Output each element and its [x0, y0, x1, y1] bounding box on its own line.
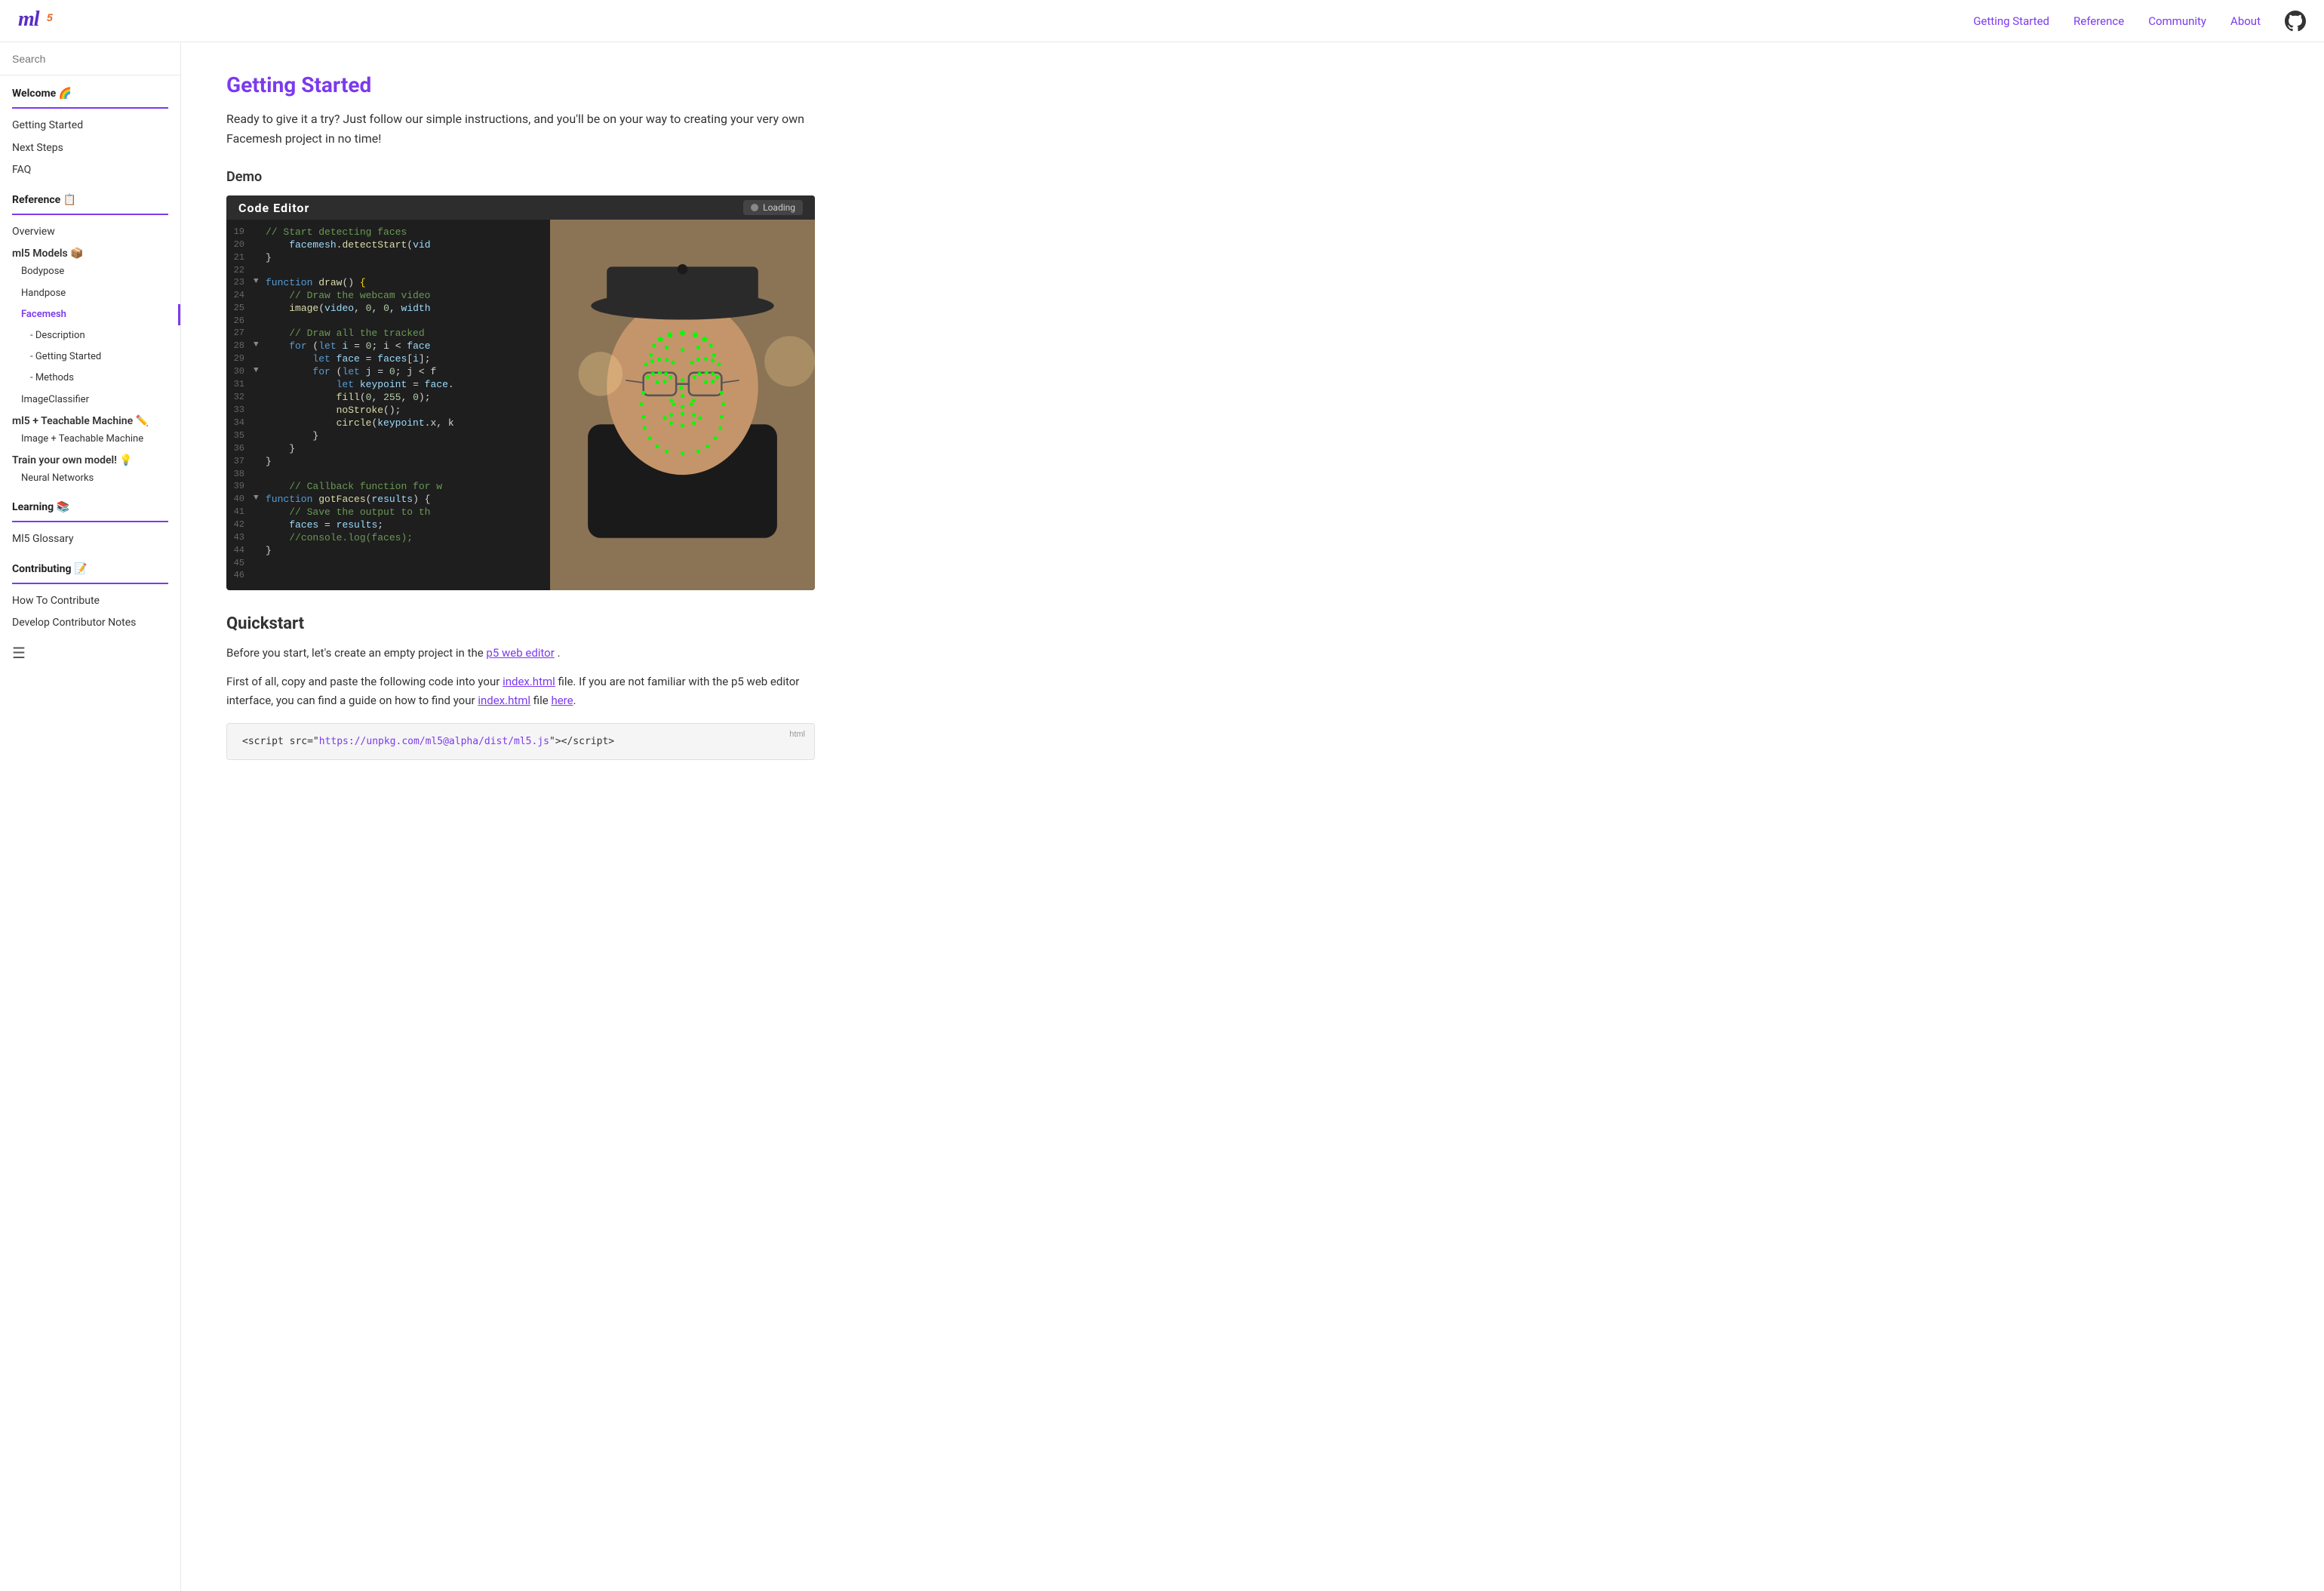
search-input[interactable]	[12, 53, 168, 65]
nav-getting-started[interactable]: Getting Started	[1973, 14, 2049, 28]
code-line-27: 27 // Draw all the tracked	[226, 327, 550, 340]
code-line-21: 21 }	[226, 251, 550, 264]
code-line-39: 39 // Callback function for w	[226, 480, 550, 493]
code-line-20: 20 facemesh.detectStart(vid	[226, 238, 550, 251]
code-line-30: 30▼ for (let j = 0; j < f	[226, 365, 550, 378]
sidebar-item-image-teachable-machine[interactable]: Image + Teachable Machine	[0, 429, 180, 450]
section-divider-contributing	[12, 583, 168, 584]
code-editor-title: Code Editor	[238, 201, 309, 215]
code-line-24: 24 // Draw the webcam video	[226, 289, 550, 302]
code-line-40: 40▼function gotFaces(results) {	[226, 493, 550, 506]
code-line-33: 33 noStroke();	[226, 404, 550, 417]
code-line-34: 34 circle(keypoint.x, k	[226, 417, 550, 429]
p5-web-editor-link[interactable]: p5 web editor	[486, 646, 554, 660]
code-line-19: 19 // Start detecting faces	[226, 226, 550, 238]
index-html-link-1[interactable]: index.html	[503, 675, 555, 688]
code-panel: 19 // Start detecting faces 20 facemesh.…	[226, 195, 550, 590]
group-title-teachable-machine: ml5 + Teachable Machine ✏️	[0, 411, 180, 429]
code-line-23: 23▼function draw() {	[226, 276, 550, 289]
top-navigation: ml 5 Getting Started Reference Community…	[0, 0, 2324, 42]
nav-links: Getting Started Reference Community Abou…	[1973, 11, 2306, 32]
code-line-45: 45	[226, 557, 550, 569]
logo[interactable]: ml 5	[18, 6, 63, 35]
code-line-28: 28▼ for (let i = 0; i < face	[226, 340, 550, 352]
sidebar-section-reference: Reference 📋	[0, 182, 180, 214]
code-line-42: 42 faces = results;	[226, 519, 550, 531]
section-divider-learning	[12, 521, 168, 522]
sidebar-item-methods[interactable]: - Methods	[0, 368, 180, 389]
section-title-welcome: Welcome 🌈	[12, 88, 168, 100]
sidebar-item-faq[interactable]: FAQ	[0, 159, 180, 182]
sidebar-item-contributor-notes[interactable]: Develop Contributor Notes	[0, 612, 180, 635]
code-line-25: 25 image(video, 0, 0, width	[226, 302, 550, 315]
code-line-44: 44 }	[226, 544, 550, 557]
loading-badge: Loading	[743, 200, 803, 215]
sidebar-item-imageclassifier[interactable]: ImageClassifier	[0, 389, 180, 411]
quickstart-title: Quickstart	[226, 614, 815, 633]
sidebar-item-neural-networks[interactable]: Neural Networks	[0, 468, 180, 489]
code-block-content: <script src="https://unpkg.com/ml5@alpha…	[242, 736, 614, 747]
loading-dot-icon	[751, 204, 758, 211]
sidebar-item-handpose[interactable]: Handpose	[0, 283, 180, 304]
here-link[interactable]: here	[551, 694, 573, 707]
code-line-46: 46	[226, 569, 550, 581]
section-divider-reference	[12, 214, 168, 215]
main-content: Getting Started Ready to give it a try? …	[181, 42, 860, 1591]
intro-text: Ready to give it a try? Just follow our …	[226, 109, 815, 148]
camera-panel	[550, 195, 815, 590]
svg-text:ml: ml	[18, 8, 40, 31]
code-line-29: 29 let face = faces[i];	[226, 352, 550, 365]
code-line-26: 26	[226, 315, 550, 327]
nav-about[interactable]: About	[2230, 14, 2261, 28]
sidebar-item-bodypose[interactable]: Bodypose	[0, 261, 180, 282]
nav-community[interactable]: Community	[2148, 14, 2206, 28]
demo-header: Code Editor Loading	[226, 195, 815, 220]
logo-text: ml 5	[18, 6, 63, 35]
index-html-link-2[interactable]: index.html	[478, 694, 530, 707]
code-block-label: html	[789, 730, 805, 739]
code-line-37: 37 }	[226, 455, 550, 468]
ml5-script-link[interactable]: https://unpkg.com/ml5@alpha/dist/ml5.js	[319, 736, 549, 747]
code-line-22: 22	[226, 264, 550, 276]
page-title: Getting Started	[226, 72, 815, 97]
code-block: html <script src="https://unpkg.com/ml5@…	[226, 723, 815, 760]
sidebar-item-getting-started-sub[interactable]: - Getting Started	[0, 346, 180, 368]
code-line-32: 32 fill(0, 255, 0);	[226, 391, 550, 404]
section-title-reference: Reference 📋	[12, 194, 168, 206]
code-line-35: 35 }	[226, 429, 550, 442]
sidebar-item-how-to-contribute[interactable]: How To Contribute	[0, 590, 180, 613]
face-overlay	[550, 195, 815, 590]
search-container	[0, 42, 180, 75]
quickstart-text-2: First of all, copy and paste the followi…	[226, 672, 815, 711]
sidebar-section-contributing: Contributing 📝	[0, 551, 180, 583]
quickstart-text-1: Before you start, let's create an empty …	[226, 644, 815, 663]
code-line-31: 31 let keypoint = face.	[226, 378, 550, 391]
section-title-learning: Learning 📚	[12, 501, 168, 513]
sidebar-section-welcome: Welcome 🌈	[0, 75, 180, 107]
nav-reference[interactable]: Reference	[2073, 14, 2124, 28]
sidebar: Welcome 🌈 Getting Started Next Steps FAQ…	[0, 42, 181, 1591]
code-line-36: 36 }	[226, 442, 550, 455]
main-layout: Welcome 🌈 Getting Started Next Steps FAQ…	[0, 42, 2324, 1591]
code-line-38: 38	[226, 468, 550, 480]
group-title-ml5-models: ml5 Models 📦	[0, 243, 180, 261]
demo-label: Demo	[226, 169, 815, 185]
svg-text:5: 5	[47, 11, 53, 23]
section-title-contributing: Contributing 📝	[12, 563, 168, 575]
sidebar-item-description[interactable]: - Description	[0, 325, 180, 346]
github-icon[interactable]	[2285, 11, 2306, 32]
code-line-41: 41 // Save the output to th	[226, 506, 550, 519]
sidebar-footer: ☰	[0, 635, 180, 671]
hamburger-icon[interactable]: ☰	[12, 644, 26, 662]
group-title-train-model: Train your own model! 💡	[0, 450, 180, 468]
code-line-43: 43 //console.log(faces);	[226, 531, 550, 544]
sidebar-item-next-steps[interactable]: Next Steps	[0, 137, 180, 160]
demo-container: Code Editor Loading 19 // Start detectin…	[226, 195, 815, 590]
sidebar-item-ml5-glossary[interactable]: Ml5 Glossary	[0, 528, 180, 551]
sidebar-item-facemesh[interactable]: Facemesh	[0, 304, 180, 325]
sidebar-item-overview[interactable]: Overview	[0, 221, 180, 244]
section-divider-welcome	[12, 107, 168, 109]
sidebar-item-getting-started[interactable]: Getting Started	[0, 115, 180, 137]
sidebar-section-learning: Learning 📚	[0, 489, 180, 521]
